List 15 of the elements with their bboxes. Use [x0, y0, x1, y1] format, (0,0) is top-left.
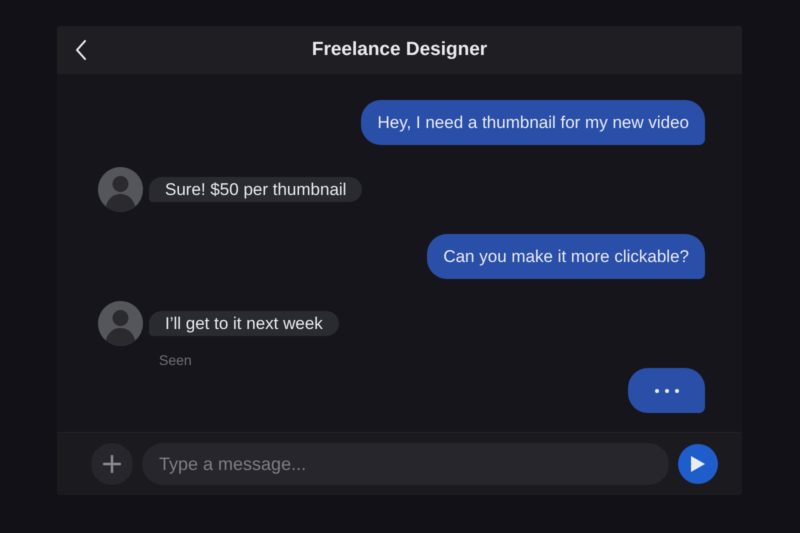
send-button[interactable]: [678, 444, 718, 484]
message-bubble: Sure! $50 per thumbnail: [149, 176, 362, 202]
message-bubble: Hey, I need a thumbnail for my new video: [361, 100, 705, 145]
typing-dots-icon: [654, 388, 678, 392]
send-icon: [690, 455, 706, 473]
message-bubble: Can you make it more clickable?: [427, 234, 705, 279]
plus-icon: [103, 455, 121, 473]
avatar-icon: [98, 301, 143, 346]
message-input-field[interactable]: Type a message...: [142, 443, 669, 485]
add-button[interactable]: [91, 443, 133, 485]
chat-title: Freelance Designer: [312, 38, 488, 62]
back-icon: [75, 40, 87, 60]
message-bubble: I’ll get to it next week: [149, 310, 339, 336]
avatar-icon: [98, 167, 143, 212]
seen-receipt: Seen: [159, 351, 192, 370]
